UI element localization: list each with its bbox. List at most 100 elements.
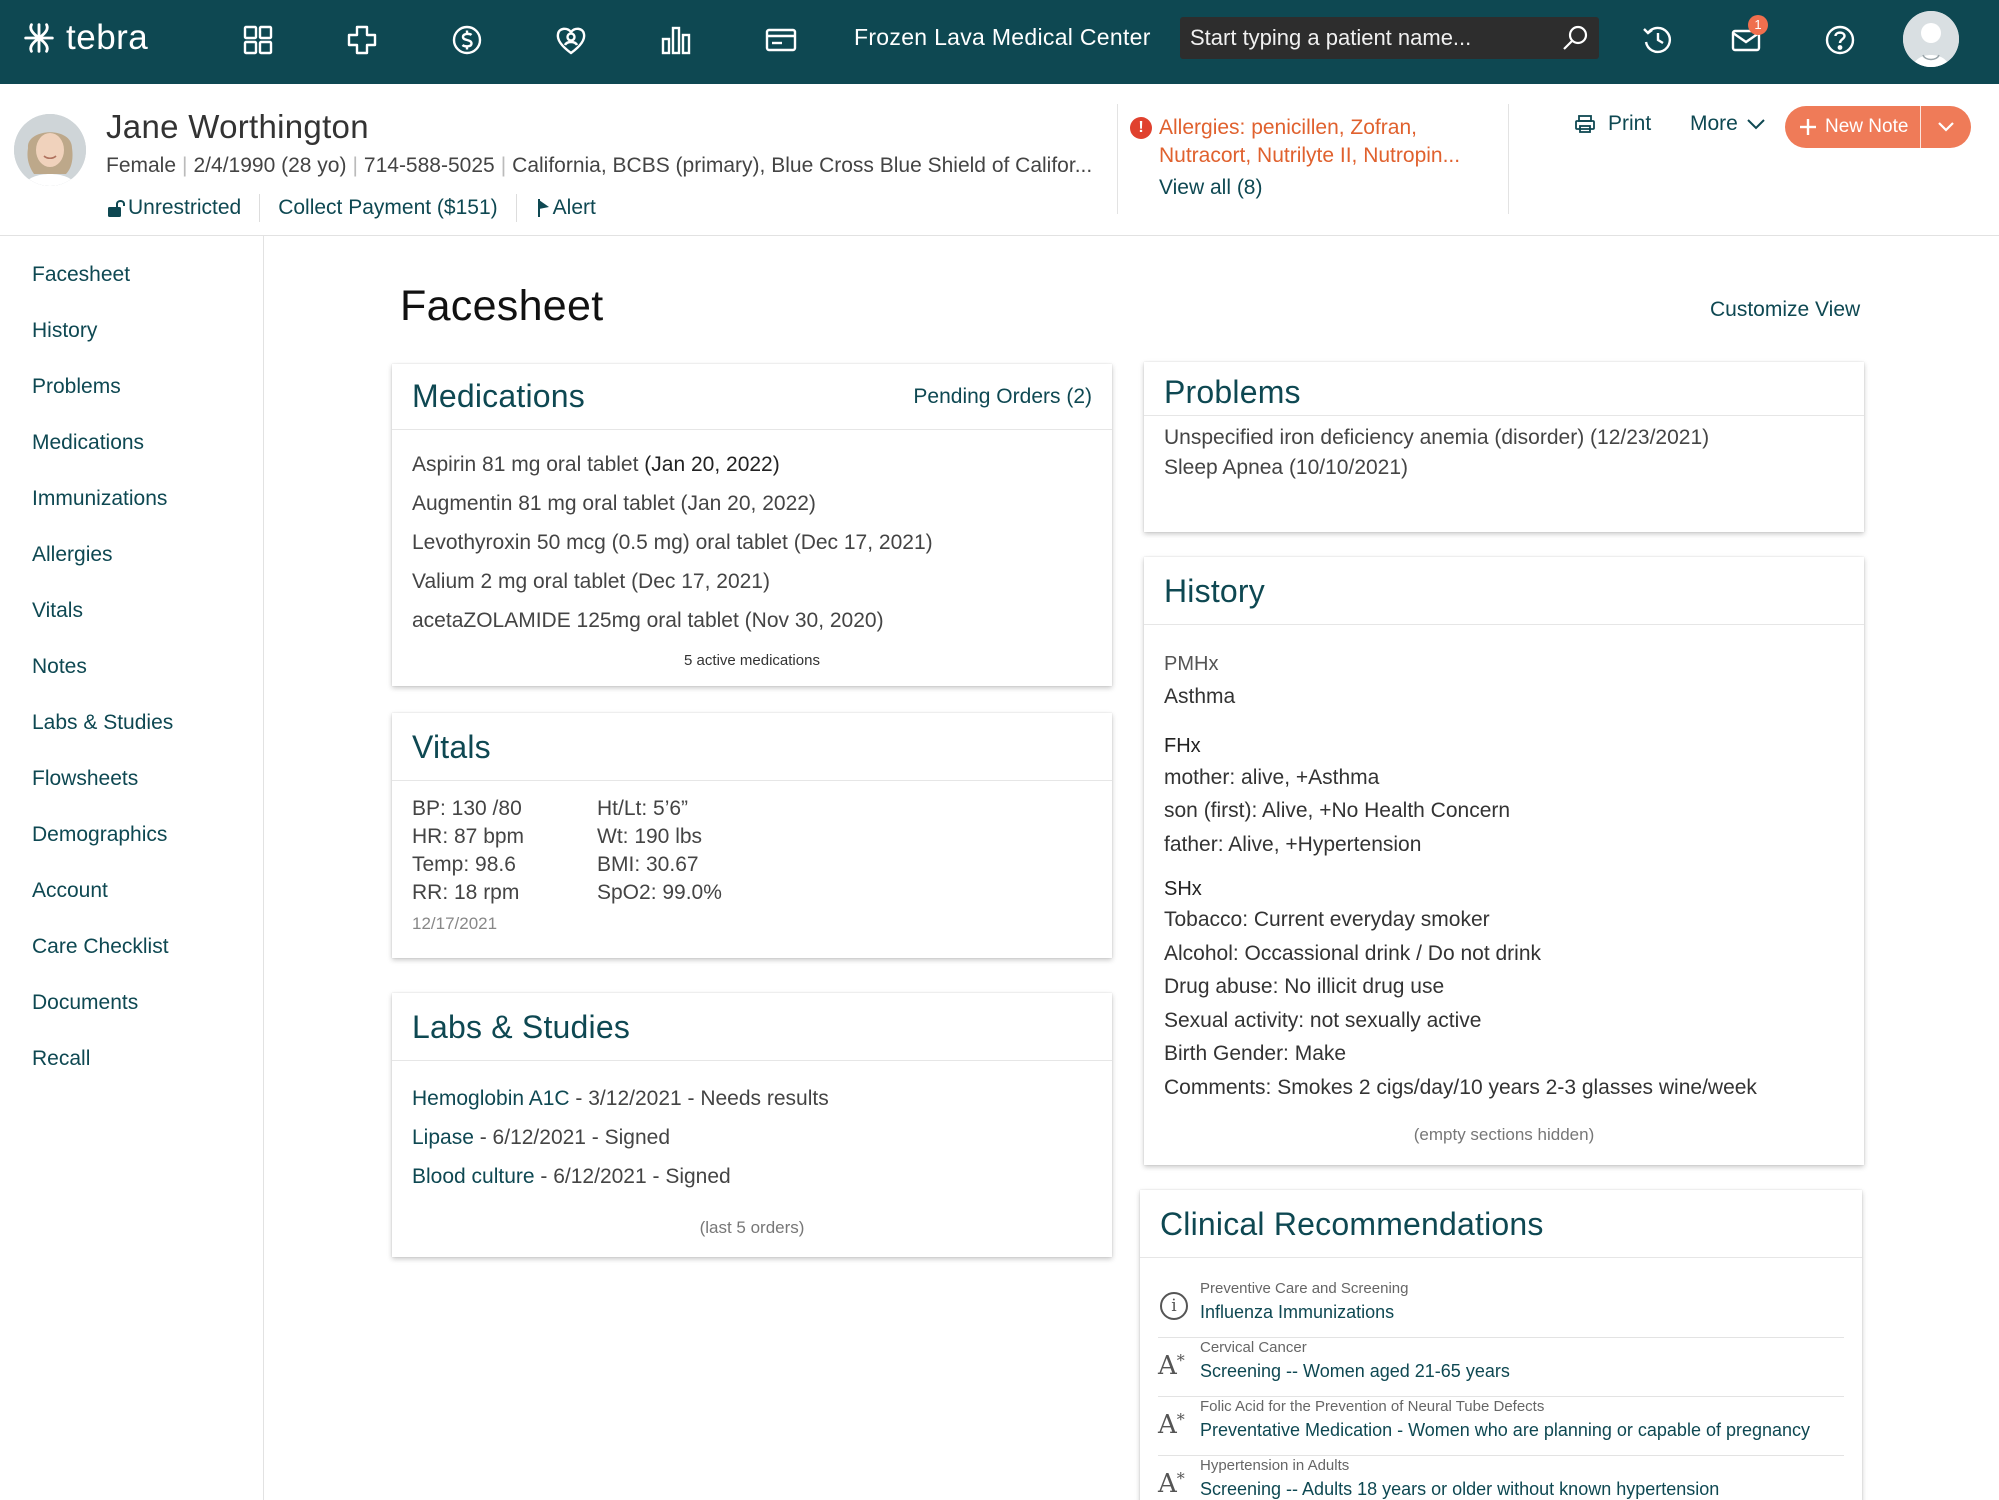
- practice-name[interactable]: Frozen Lava Medical Center: [854, 24, 1151, 51]
- labs-footer: (last 5 orders): [699, 1218, 805, 1237]
- recommendation-link[interactable]: Preventative Medication - Women who are …: [1200, 1420, 1810, 1441]
- sidebar-item-care-checklist[interactable]: Care Checklist: [32, 935, 169, 959]
- grade-a-icon: A*: [1158, 1351, 1185, 1381]
- tebra-logo[interactable]: tebra: [20, 18, 148, 58]
- dashboard-icon[interactable]: [238, 20, 278, 60]
- shx-item: Alcohol: Occassional drink / Do not drin…: [1164, 942, 1542, 965]
- vitals-title: Vitals: [412, 729, 491, 765]
- help-question-icon[interactable]: [1820, 20, 1860, 60]
- flag-icon: [537, 199, 549, 217]
- collect-payment-label: Collect Payment ($151): [278, 196, 498, 219]
- new-note-dropdown-button[interactable]: [1921, 106, 1971, 148]
- recommendation-category: Hypertension in Adults: [1200, 1457, 1350, 1474]
- pending-orders-link[interactable]: Pending Orders (2): [913, 385, 1092, 409]
- sidebar-item-vitals[interactable]: Vitals: [32, 599, 83, 623]
- print-label: Print: [1608, 112, 1652, 135]
- fhx-item: mother: alive, +Asthma: [1164, 766, 1380, 789]
- alert-link[interactable]: Alert: [535, 196, 596, 220]
- lab-link[interactable]: Blood culture: [412, 1165, 535, 1188]
- unlock-icon: [108, 200, 125, 217]
- brand-name: tebra: [66, 18, 149, 57]
- messages-mail-icon[interactable]: 1: [1726, 15, 1768, 60]
- lab-row: Lipase - 6/12/2021 - Signed: [412, 1126, 671, 1149]
- vital-rr: RR: 18 rpm: [412, 881, 520, 904]
- sidebar-item-account[interactable]: Account: [32, 879, 108, 903]
- medication-row[interactable]: Augmentin 81 mg oral tablet (Jan 20, 202…: [412, 492, 816, 516]
- sidebar-item-history[interactable]: History: [32, 319, 97, 343]
- allergies-summary: ! Allergies: penicillen, Zofran, Nutraco…: [1130, 114, 1490, 202]
- sidebar-item-allergies[interactable]: Allergies: [32, 543, 113, 567]
- problem-row[interactable]: Sleep Apnea (10/10/2021): [1164, 456, 1408, 480]
- tebra-logo-icon: [24, 23, 54, 53]
- access-status-link[interactable]: Unrestricted: [106, 196, 241, 220]
- fhx-item: son (first): Alive, +No Health Concern: [1164, 799, 1511, 822]
- alert-label: Alert: [552, 196, 596, 219]
- user-avatar[interactable]: [1903, 11, 1959, 67]
- vitals-card: Vitals BP: 130 /80 HR: 87 bpm Temp: 98.6…: [392, 713, 1112, 958]
- chevron-down-icon: [1938, 122, 1954, 132]
- clinical-recommendations-card: Clinical Recommendations i Preventive Ca…: [1140, 1190, 1862, 1500]
- medication-row[interactable]: acetaZOLAMIDE 125mg oral tablet (Nov 30,…: [412, 609, 884, 633]
- billing-dollar-icon[interactable]: [447, 20, 487, 60]
- active-medications-count: 5 active medications: [684, 652, 820, 669]
- shx-item: Drug abuse: No illicit drug use: [1164, 975, 1445, 998]
- patient-phone: 714-588-5025: [363, 154, 495, 177]
- vital-temp: Temp: 98.6: [412, 853, 516, 876]
- medication-row[interactable]: Aspirin 81 mg oral tablet (Jan 20, 2022): [412, 453, 780, 477]
- plus-icon: [1800, 119, 1816, 135]
- sidebar-item-recall[interactable]: Recall: [32, 1047, 90, 1071]
- reports-chart-icon[interactable]: [656, 20, 696, 60]
- customize-view-link[interactable]: Customize View: [1710, 298, 1860, 322]
- payments-card-icon[interactable]: [761, 20, 801, 60]
- history-clock-icon[interactable]: [1638, 20, 1678, 60]
- sidebar-item-documents[interactable]: Documents: [32, 991, 138, 1015]
- chevron-down-icon: [1747, 119, 1765, 130]
- sidebar-item-immunizations[interactable]: Immunizations: [32, 487, 167, 511]
- sidebar-item-facesheet[interactable]: Facesheet: [32, 263, 130, 287]
- patient-photo: [14, 114, 86, 186]
- more-menu-button[interactable]: More: [1690, 112, 1766, 136]
- patient-engagement-icon[interactable]: [551, 20, 591, 60]
- print-button[interactable]: Print: [1574, 112, 1651, 136]
- patient-search-input[interactable]: [1180, 17, 1599, 59]
- problem-row[interactable]: Unspecified iron deficiency anemia (diso…: [1164, 426, 1709, 450]
- lab-link[interactable]: Lipase: [412, 1126, 474, 1149]
- lab-row: Hemoglobin A1C - 3/12/2021 - Needs resul…: [412, 1087, 829, 1110]
- more-label: More: [1690, 112, 1738, 135]
- pmhx-item: Asthma: [1164, 685, 1236, 708]
- collect-payment-link[interactable]: Collect Payment ($151): [278, 196, 497, 220]
- sidebar-item-problems[interactable]: Problems: [32, 375, 121, 399]
- vital-bp: BP: 130 /80: [412, 797, 522, 820]
- recommendation-category: Cervical Cancer: [1200, 1339, 1307, 1356]
- sidebar-item-demographics[interactable]: Demographics: [32, 823, 167, 847]
- recommendation-link[interactable]: Screening -- Women aged 21-65 years: [1200, 1361, 1510, 1382]
- shx-item: Sexual activity: not sexually active: [1164, 1009, 1482, 1032]
- lab-row: Blood culture - 6/12/2021 - Signed: [412, 1165, 731, 1188]
- mail-count-badge: 1: [1748, 15, 1768, 35]
- recommendation-item: A* Hypertension in Adults Screening -- A…: [1158, 1457, 1844, 1500]
- patient-dob: 2/4/1990 (28 yo): [193, 154, 347, 177]
- new-note-button[interactable]: New Note: [1785, 106, 1920, 148]
- medication-row[interactable]: Valium 2 mg oral tablet (Dec 17, 2021): [412, 570, 770, 594]
- fhx-label: FHx: [1164, 735, 1201, 757]
- allergies-view-all-link[interactable]: View all (8): [1159, 174, 1490, 202]
- clinical-cross-icon[interactable]: [342, 20, 382, 60]
- recommendation-link[interactable]: Screening -- Adults 18 years or older wi…: [1200, 1479, 1719, 1500]
- lab-link[interactable]: Hemoglobin A1C: [412, 1087, 570, 1110]
- alert-exclamation-icon: !: [1130, 117, 1152, 139]
- patient-gender: Female: [106, 154, 177, 177]
- sidebar-item-labs-studies[interactable]: Labs & Studies: [32, 711, 173, 735]
- grade-a-icon: A*: [1158, 1410, 1185, 1440]
- recommendation-link[interactable]: Influenza Immunizations: [1200, 1302, 1394, 1323]
- patient-demographics: Female | 2/4/1990 (28 yo) | 714-588-5025 | Cal…: [106, 154, 1093, 177]
- recommendation-item: A* Folic Acid for the Prevention of Neur…: [1158, 1398, 1844, 1456]
- history-footer: (empty sections hidden): [1413, 1125, 1595, 1144]
- search-icon[interactable]: [1559, 22, 1591, 54]
- vital-spo2: SpO2: 99.0%: [597, 881, 722, 904]
- recommendation-category: Folic Acid for the Prevention of Neural …: [1200, 1398, 1545, 1415]
- sidebar-item-flowsheets[interactable]: Flowsheets: [32, 767, 138, 791]
- sidebar-item-notes[interactable]: Notes: [32, 655, 87, 679]
- vital-hr: HR: 87 bpm: [412, 825, 525, 848]
- sidebar-item-medications[interactable]: Medications: [32, 431, 144, 455]
- medication-row[interactable]: Levothyroxin 50 mcg (0.5 mg) oral tablet…: [412, 531, 933, 555]
